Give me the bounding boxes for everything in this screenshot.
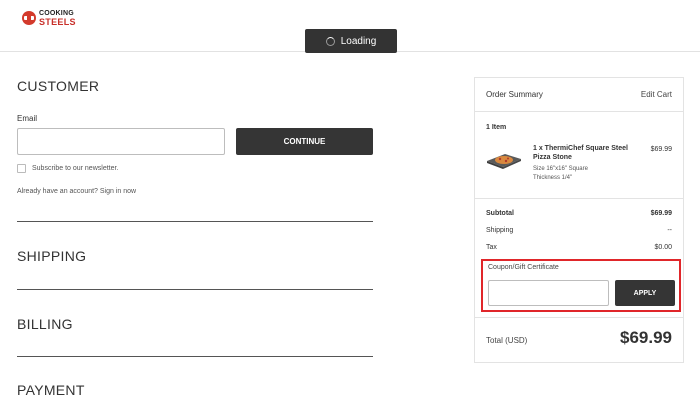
tax-label: Tax [486, 244, 497, 251]
order-summary: Order Summary Edit Cart 1 Item 1 x Therm… [474, 77, 684, 363]
section-divider [17, 221, 373, 222]
tax-value: $0.00 [654, 244, 672, 251]
loading-label: Loading [340, 35, 377, 47]
payment-section-title: PAYMENT [17, 382, 85, 398]
product-price: $69.99 [650, 146, 672, 153]
total-label: Total (USD) [486, 336, 528, 345]
logo-text-bottom: STEELS [39, 17, 76, 27]
billing-section-title: BILLING [17, 316, 73, 332]
product-name: 1 x ThermiChef Square Steel Pizza Stone [533, 145, 628, 161]
apply-coupon-button[interactable]: APPLY [615, 280, 675, 306]
order-summary-header: Order Summary Edit Cart [475, 78, 683, 112]
pizza-stone-thumbnail-icon [487, 154, 521, 169]
logo-text: COOKING STEELS [39, 10, 76, 27]
coupon-section: Coupon/Gift Certificate APPLY [481, 259, 681, 312]
loading-indicator: Loading [305, 29, 397, 53]
product-option-size: Size 16"x16" Square [533, 166, 588, 172]
shipping-value: -- [667, 227, 672, 234]
subtotal-value: $69.99 [650, 210, 672, 217]
order-summary-title: Order Summary [486, 90, 543, 99]
section-divider [17, 289, 373, 290]
site-logo[interactable]: COOKING STEELS [22, 10, 76, 27]
item-count: 1 Item [486, 124, 507, 131]
email-field[interactable] [17, 128, 225, 155]
subtotal-label: Subtotal [486, 210, 514, 217]
summary-divider [475, 198, 683, 199]
continue-button[interactable]: CONTINUE [236, 128, 373, 155]
coupon-label: Coupon/Gift Certificate [488, 264, 559, 271]
logo-icon [22, 11, 36, 25]
spinner-icon [325, 36, 335, 46]
product-option-thickness: Thickness 1/4" [533, 175, 573, 181]
newsletter-checkbox[interactable] [17, 164, 26, 173]
email-label: Email [17, 114, 38, 123]
section-divider [17, 356, 373, 357]
signin-link[interactable]: Already have an account? Sign in now [17, 188, 136, 195]
shipping-label: Shipping [486, 227, 514, 234]
newsletter-option[interactable]: Subscribe to our newsletter. [17, 164, 118, 173]
newsletter-label: Subscribe to our newsletter. [32, 165, 119, 172]
coupon-input[interactable] [488, 280, 609, 306]
customer-section-title: CUSTOMER [17, 78, 100, 94]
edit-cart-link[interactable]: Edit Cart [641, 90, 672, 99]
summary-divider [475, 317, 683, 318]
total-value: $69.99 [620, 328, 672, 347]
shipping-section-title: SHIPPING [17, 248, 87, 264]
